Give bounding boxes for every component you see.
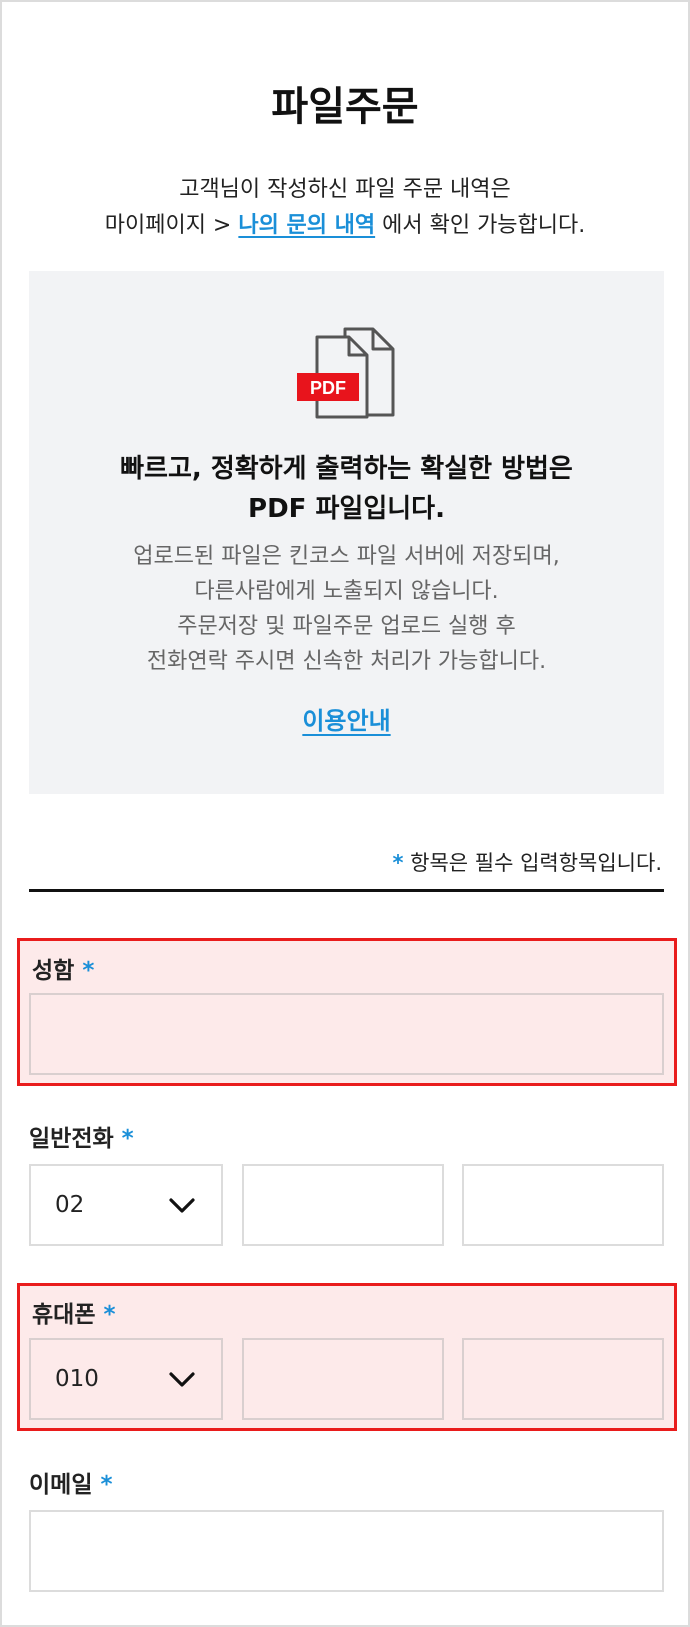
info-body-line: 전화연락 주시면 신속한 처리가 가능합니다. [146, 649, 547, 674]
mobile-prefix-value: 010 [55, 1366, 99, 1392]
intro-prefix: 마이페이지 > [104, 213, 239, 238]
name-label: 성함 * [32, 951, 94, 985]
mobile-prefix-select[interactable]: 010 [29, 1338, 223, 1420]
email-field-group: 이메일 * [17, 1455, 677, 1603]
mobile-label: 휴대폰 * [32, 1295, 116, 1329]
mobile-label-text: 휴대폰 [32, 1302, 96, 1328]
phone-label: 일반전화 * [29, 1119, 134, 1153]
info-heading: 빠르고, 정확하게 출력하는 확실한 방법은 PDF 파일입니다. [29, 449, 664, 529]
chevron-down-icon [169, 1372, 195, 1387]
email-input[interactable] [29, 1510, 664, 1592]
name-input[interactable] [29, 993, 664, 1075]
page-frame: 파일주문 고객님이 작성하신 파일 주문 내역은 마이페이지 > 나의 문의 내… [0, 0, 690, 1627]
pdf-file-icon: PDF [297, 327, 395, 419]
mobile-middle-input[interactable] [242, 1338, 444, 1420]
phone-field-group: 일반전화 * 02 [17, 1109, 677, 1257]
page-title: 파일주문 [271, 84, 419, 130]
email-label: 이메일 * [29, 1465, 113, 1499]
phone-middle-input[interactable] [242, 1164, 444, 1246]
info-body-line: 다른사람에게 노출되지 않습니다. [194, 579, 499, 604]
pdf-info-box: PDF 빠르고, 정확하게 출력하는 확실한 방법은 PDF 파일입니다. 업로… [29, 271, 664, 794]
phone-last-input[interactable] [462, 1164, 664, 1246]
my-inquiry-link[interactable]: 나의 문의 내역 [238, 213, 375, 238]
intro-line-2: 마이페이지 > 나의 문의 내역 에서 확인 가능합니다. [2, 208, 688, 244]
info-body-line: 주문저장 및 파일주문 업로드 실행 후 [177, 614, 516, 639]
info-heading-line-1: 빠르고, 정확하게 출력하는 확실한 방법은 [120, 454, 573, 484]
required-note-text: 항목은 필수 입력항목입니다. [403, 851, 662, 875]
info-body: 업로드된 파일은 킨코스 파일 서버에 저장되며, 다른사람에게 노출되지 않습… [29, 539, 664, 679]
required-star: * [392, 851, 404, 875]
phone-area-value: 02 [55, 1192, 85, 1218]
mobile-last-input[interactable] [462, 1338, 664, 1420]
mobile-field-group: 휴대폰 * 010 [17, 1283, 677, 1431]
name-label-text: 성함 [32, 958, 75, 984]
required-note: * 항목은 필수 입력항목입니다. [392, 847, 662, 877]
required-star: * [121, 1126, 134, 1152]
phone-label-text: 일반전화 [29, 1126, 114, 1152]
intro-line-1: 고객님이 작성하신 파일 주문 내역은 [179, 177, 511, 202]
email-label-text: 이메일 [29, 1472, 93, 1498]
name-field-group: 성함 * [17, 938, 677, 1086]
intro-text: 고객님이 작성하신 파일 주문 내역은 마이페이지 > 나의 문의 내역 에서 … [2, 172, 688, 244]
info-heading-line-2: PDF 파일입니다. [248, 494, 445, 524]
info-body-line: 업로드된 파일은 킨코스 파일 서버에 저장되며, [133, 544, 560, 569]
phone-area-select[interactable]: 02 [29, 1164, 223, 1246]
pdf-badge-label: PDF [310, 378, 346, 398]
chevron-down-icon [169, 1198, 195, 1213]
intro-suffix: 에서 확인 가능합니다. [375, 213, 586, 238]
required-star: * [100, 1472, 113, 1498]
usage-guide-link[interactable]: 이용안내 [29, 701, 664, 736]
form-divider [29, 889, 664, 892]
required-star: * [82, 958, 95, 984]
required-star: * [103, 1302, 116, 1328]
